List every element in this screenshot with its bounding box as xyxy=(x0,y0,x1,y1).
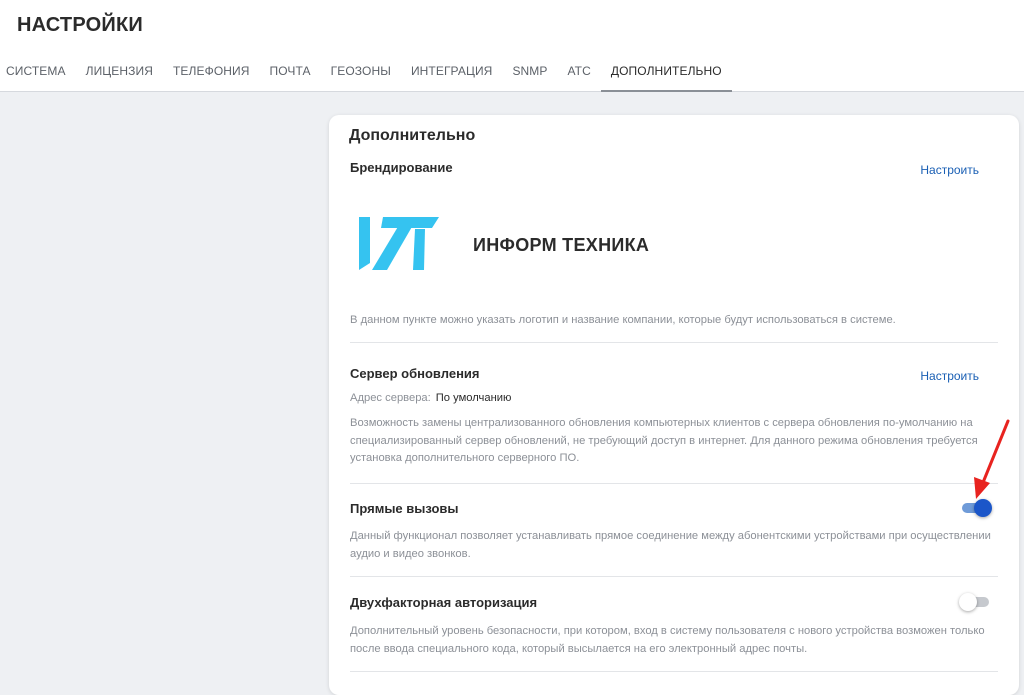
direct-calls-toggle[interactable] xyxy=(960,498,992,518)
update-server-configure-link[interactable]: Настроить xyxy=(920,369,979,383)
logo-stroke-left xyxy=(359,217,370,270)
server-address-row: Адрес сервера: По умолчанию xyxy=(350,392,511,404)
branding-configure-link[interactable]: Настроить xyxy=(920,163,979,177)
divider xyxy=(350,483,998,484)
toggle-knob xyxy=(974,499,992,517)
annotation-arrow-icon xyxy=(974,419,1010,499)
direct-calls-title: Прямые вызовы xyxy=(350,501,459,516)
tab-additional[interactable]: ДОПОЛНИТЕЛЬНО xyxy=(600,52,732,92)
tab-geozones[interactable]: ГЕОЗОНЫ xyxy=(321,52,401,92)
two-factor-toggle[interactable] xyxy=(959,592,989,612)
divider xyxy=(350,342,998,343)
page-header: НАСТРОЙКИ СИСТЕМА ЛИЦЕНЗИЯ ТЕЛЕФОНИЯ ПОЧ… xyxy=(0,0,1024,92)
toggle-knob xyxy=(959,593,977,611)
tab-mail[interactable]: ПОЧТА xyxy=(260,52,321,92)
tab-telephony[interactable]: ТЕЛЕФОНИЯ xyxy=(163,52,260,92)
tab-integration[interactable]: ИНТЕГРАЦИЯ xyxy=(401,52,503,92)
server-address-value: По умолчанию xyxy=(435,392,512,404)
logo-stroke-stem xyxy=(413,229,425,270)
company-logo xyxy=(359,217,439,270)
tab-system[interactable]: СИСТЕМА xyxy=(0,52,76,92)
branding-description: В данном пункте можно указать логотип и … xyxy=(350,314,896,326)
update-server-title: Сервер обновления xyxy=(350,366,480,381)
tab-snmp[interactable]: SNMP xyxy=(502,52,557,92)
card-title: Дополнительно xyxy=(349,127,476,144)
logo-stroke-diagonal xyxy=(372,225,413,270)
tab-license[interactable]: ЛИЦЕНЗИЯ xyxy=(76,52,163,92)
logo-stroke-top xyxy=(381,217,439,228)
tab-pbx[interactable]: АТС xyxy=(558,52,601,92)
page-title: НАСТРОЙКИ xyxy=(17,14,143,36)
settings-card: Дополнительно Брендирование Настроить ИН… xyxy=(329,115,1019,695)
server-address-label: Адрес сервера: xyxy=(350,392,431,404)
divider xyxy=(350,576,998,577)
branding-title: Брендирование xyxy=(350,160,453,175)
tab-bar: СИСТЕМА ЛИЦЕНЗИЯ ТЕЛЕФОНИЯ ПОЧТА ГЕОЗОНЫ… xyxy=(0,52,732,92)
company-name: ИНФОРМ ТЕХНИКА xyxy=(473,235,650,255)
update-server-description: Возможность замены централизованного обн… xyxy=(350,417,978,464)
direct-calls-description: Данный функционал позволяет устанавливат… xyxy=(350,530,991,560)
two-factor-title: Двухфакторная авторизация xyxy=(350,595,538,610)
two-factor-description: Дополнительный уровень безопасности, при… xyxy=(350,625,985,655)
